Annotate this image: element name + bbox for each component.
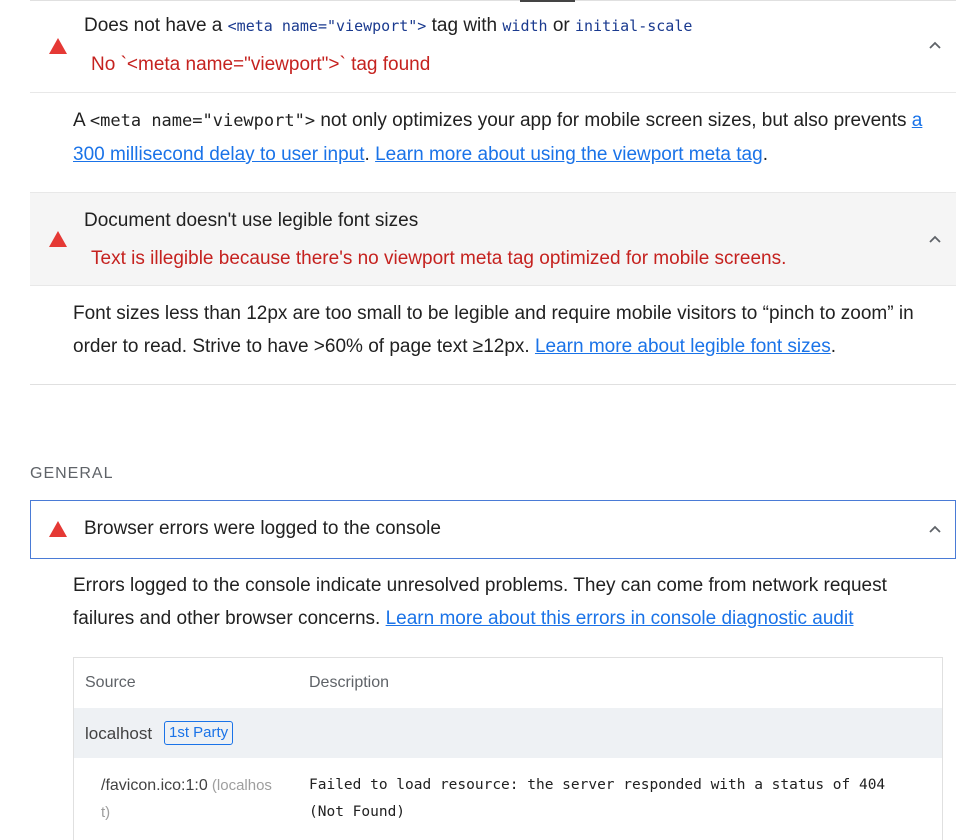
first-party-badge: 1st Party <box>164 721 234 745</box>
console-errors-learn-more-link[interactable]: Learn more about this errors in console … <box>386 608 854 629</box>
audit-viewport-display-value: No `<meta name="viewport">` tag found <box>91 54 431 75</box>
warning-triangle-icon <box>49 521 67 537</box>
entity-row: localhost 1st Party <box>74 708 942 758</box>
table-row-source[interactable]: /favicon.ico:1:0 (localhos t) <box>101 772 291 826</box>
table-row-description: Failed to load resource: the server resp… <box>309 777 886 820</box>
audit-font-size-description: Font sizes less than 12px are too small … <box>73 303 914 357</box>
chevron-up-icon[interactable] <box>928 234 942 244</box>
audit-console-errors-header[interactable]: Browser errors were logged to the consol… <box>30 500 956 559</box>
column-header-description: Description <box>309 674 390 691</box>
audit-viewport-header[interactable]: Does not have a <meta name="viewport"> t… <box>30 0 956 93</box>
group-title-general: GENERAL <box>30 465 114 482</box>
entity-name: localhost <box>85 724 153 743</box>
audit-font-size-title: Document doesn't use legible font sizes <box>84 210 419 231</box>
console-errors-table: Source Description localhost 1st Party /… <box>73 657 943 840</box>
audit-viewport-description: A <meta name="viewport"> not only optimi… <box>73 110 923 165</box>
audit-console-errors-title: Browser errors were logged to the consol… <box>84 518 441 539</box>
audit-font-size-header[interactable]: Document doesn't use legible font sizes … <box>30 192 956 286</box>
chevron-up-icon[interactable] <box>928 524 942 534</box>
warning-triangle-icon <box>49 38 67 54</box>
column-header-source: Source <box>85 674 136 691</box>
font-size-learn-more-link[interactable]: Learn more about legible font sizes <box>535 336 831 357</box>
warning-triangle-icon <box>49 231 67 247</box>
viewport-learn-more-link[interactable]: Learn more about using the viewport meta… <box>375 144 763 165</box>
audit-viewport-title: Does not have a <meta name="viewport"> t… <box>84 15 693 36</box>
section-divider <box>30 384 956 385</box>
chevron-up-icon[interactable] <box>928 40 942 50</box>
audit-console-errors-description: Errors logged to the console indicate un… <box>73 575 887 629</box>
audit-font-size-display-value: Text is illegible because there's no vie… <box>91 248 787 269</box>
